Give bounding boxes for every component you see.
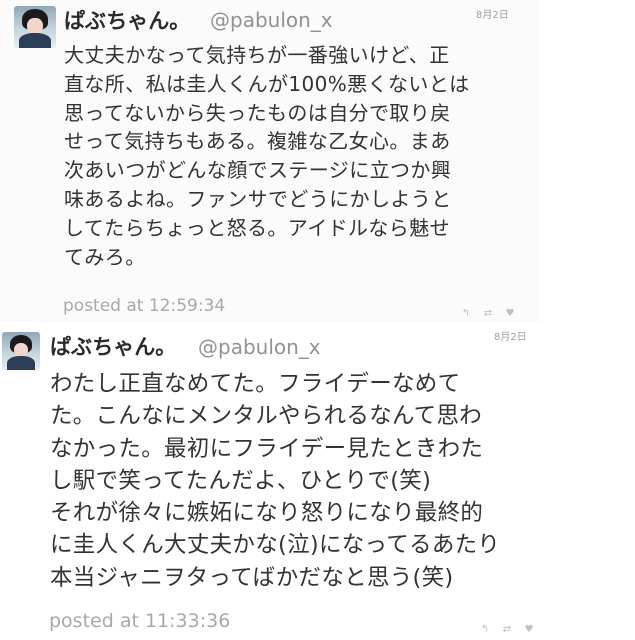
posted-timestamp: posted at 12:59:34 [63, 296, 226, 316]
tweet-date[interactable]: 8月2日 [494, 328, 527, 343]
avatar[interactable] [14, 6, 56, 48]
avatar-face [27, 17, 43, 34]
tweet-date[interactable]: 8月2日 [476, 6, 509, 21]
posted-timestamp: posted at 11:33:36 [49, 610, 231, 632]
tweet-text: わたし正直なめてた。フライデーなめて た。こんなにメンタルやられるなんて思わ な… [50, 371, 501, 591]
avatar-body [19, 32, 51, 48]
display-name[interactable]: ぱぶちゃん。 [50, 331, 176, 361]
avatar[interactable] [2, 332, 40, 370]
heart-icon[interactable]: ♥ [523, 624, 535, 636]
reply-icon[interactable]: ↰ [460, 308, 472, 320]
tweet-card[interactable]: ぱぶちゃん。 @pabulon_x 8月2日 わたし正直なめてた。フライデーなめ… [0, 322, 635, 640]
heart-icon[interactable]: ♥ [504, 308, 516, 320]
tweet-text: 大丈夫かなって気持ちが一番強いけど、正 直な所、私は圭人くんが100%悪くないと… [64, 43, 470, 269]
retweet-icon[interactable]: ⇄ [482, 308, 494, 320]
avatar-body [6, 356, 36, 370]
avatar-face [13, 342, 29, 358]
retweet-icon[interactable]: ⇄ [501, 624, 513, 636]
tweet-card[interactable]: ぱぶちゃん。 @pabulon_x 8月2日 大丈夫かなって気持ちが一番強いけど… [0, 0, 540, 322]
reply-icon[interactable]: ↰ [479, 624, 491, 636]
tweet-actions: ↰ ⇄ ♥ [460, 308, 516, 320]
tweet-actions: ↰ ⇄ ♥ [479, 624, 535, 636]
user-handle[interactable]: @pabulon_x [198, 335, 321, 359]
display-name[interactable]: ぱぶちゃん。 [64, 5, 190, 35]
user-handle[interactable]: @pabulon_x [210, 8, 333, 32]
